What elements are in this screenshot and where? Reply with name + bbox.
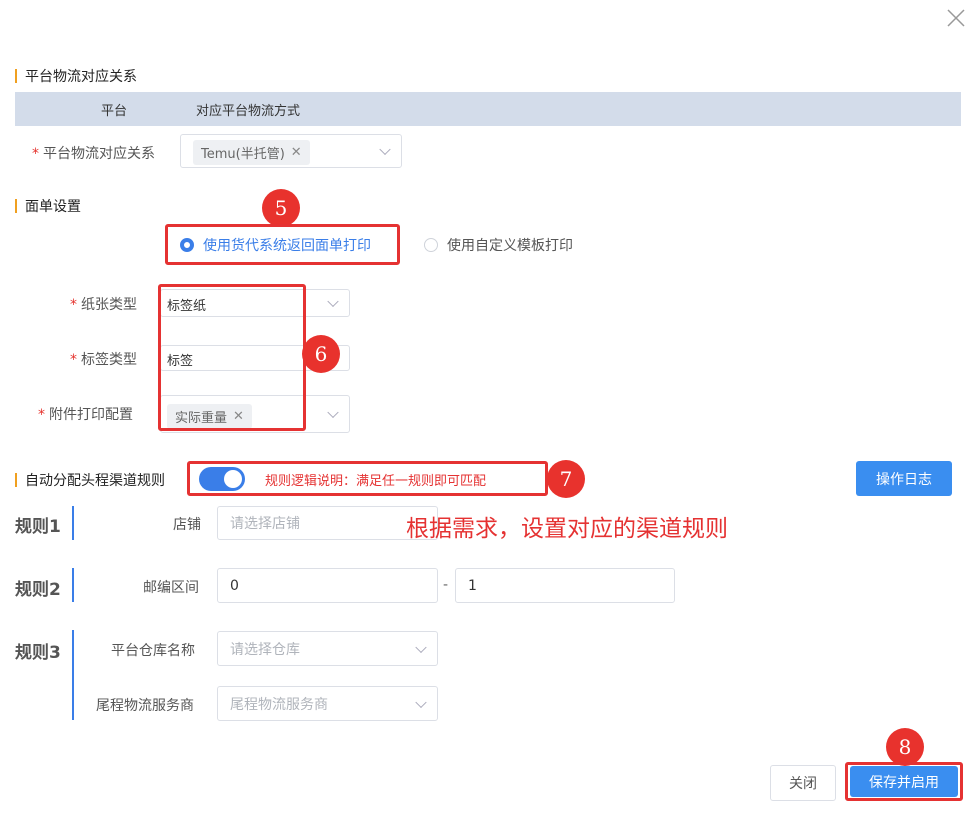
platform-table-header: 平台 对应平台物流方式 bbox=[15, 92, 961, 126]
rule-2-divider bbox=[72, 568, 74, 602]
chevron-down-icon bbox=[379, 143, 391, 156]
step-badge-8: 8 bbox=[886, 728, 924, 766]
section-marker bbox=[15, 473, 17, 487]
operation-log-button[interactable]: 操作日志 bbox=[856, 461, 952, 496]
platform-mapping-label: * 平台物流对应关系 bbox=[32, 146, 155, 162]
platform-section-title: 平台物流对应关系 bbox=[15, 66, 137, 86]
radio-system-waybill[interactable]: 使用货代系统返回面单打印 bbox=[180, 235, 371, 255]
table-header-platform: 平台 bbox=[101, 104, 128, 119]
rule-1-divider bbox=[72, 506, 74, 540]
radio-custom-template[interactable]: 使用自定义模板打印 bbox=[424, 235, 573, 255]
channel-rule-annotation: 根据需求，设置对应的渠道规则 bbox=[406, 516, 728, 542]
platform-tag: Temu(半托管) ✕ bbox=[193, 140, 310, 165]
rule-1-title: 规则1 bbox=[15, 517, 61, 537]
zipcode-from-input[interactable]: 0 bbox=[217, 568, 438, 603]
tag-remove-icon[interactable]: ✕ bbox=[291, 145, 302, 160]
chevron-down-icon bbox=[327, 406, 339, 419]
step-badge-7: 7 bbox=[547, 460, 585, 498]
highlight-box-6 bbox=[158, 284, 306, 431]
save-enable-button[interactable]: 保存并启用 bbox=[850, 766, 958, 797]
auto-rule-section-title: 自动分配头程渠道规则 bbox=[15, 470, 165, 490]
section-marker bbox=[15, 69, 17, 83]
zipcode-to-input[interactable]: 1 bbox=[455, 568, 675, 603]
chevron-down-icon bbox=[415, 641, 427, 653]
step-badge-5: 5 bbox=[262, 189, 300, 227]
warehouse-select[interactable]: 请选择仓库 bbox=[217, 631, 438, 666]
carrier-label: 尾程物流服务商 bbox=[96, 698, 194, 714]
rule-2-title: 规则2 bbox=[15, 580, 61, 600]
toggle-knob bbox=[224, 470, 242, 488]
platform-mapping-select[interactable]: Temu(半托管) ✕ bbox=[180, 134, 402, 168]
carrier-select[interactable]: 尾程物流服务商 bbox=[217, 686, 438, 721]
rule-3-title: 规则3 bbox=[15, 643, 61, 663]
section-marker bbox=[15, 199, 17, 213]
chevron-down-icon bbox=[327, 295, 339, 308]
label-type-label: * 标签类型 bbox=[70, 352, 137, 368]
zipcode-range-label: 邮编区间 bbox=[143, 580, 199, 596]
close-icon[interactable] bbox=[944, 6, 968, 30]
step-badge-6: 6 bbox=[302, 335, 340, 373]
rule-logic-note: 规则逻辑说明：满足任一规则即可匹配 bbox=[265, 474, 487, 489]
close-button[interactable]: 关闭 bbox=[770, 765, 836, 801]
waybill-section-title: 面单设置 bbox=[15, 196, 81, 216]
shop-label: 店铺 bbox=[173, 517, 201, 533]
auto-rule-toggle[interactable] bbox=[199, 467, 245, 491]
warehouse-name-label: 平台仓库名称 bbox=[111, 643, 195, 659]
table-header-logistics: 对应平台物流方式 bbox=[196, 104, 301, 119]
attachment-config-label: * 附件打印配置 bbox=[38, 407, 133, 423]
rule-3-divider bbox=[72, 630, 74, 720]
paper-type-label: * 纸张类型 bbox=[70, 297, 137, 313]
radio-selected-icon bbox=[180, 238, 194, 252]
chevron-down-icon bbox=[415, 696, 427, 708]
range-dash: - bbox=[443, 577, 449, 593]
shop-select[interactable]: 请选择店铺 bbox=[217, 506, 438, 540]
radio-unselected-icon bbox=[424, 238, 438, 252]
